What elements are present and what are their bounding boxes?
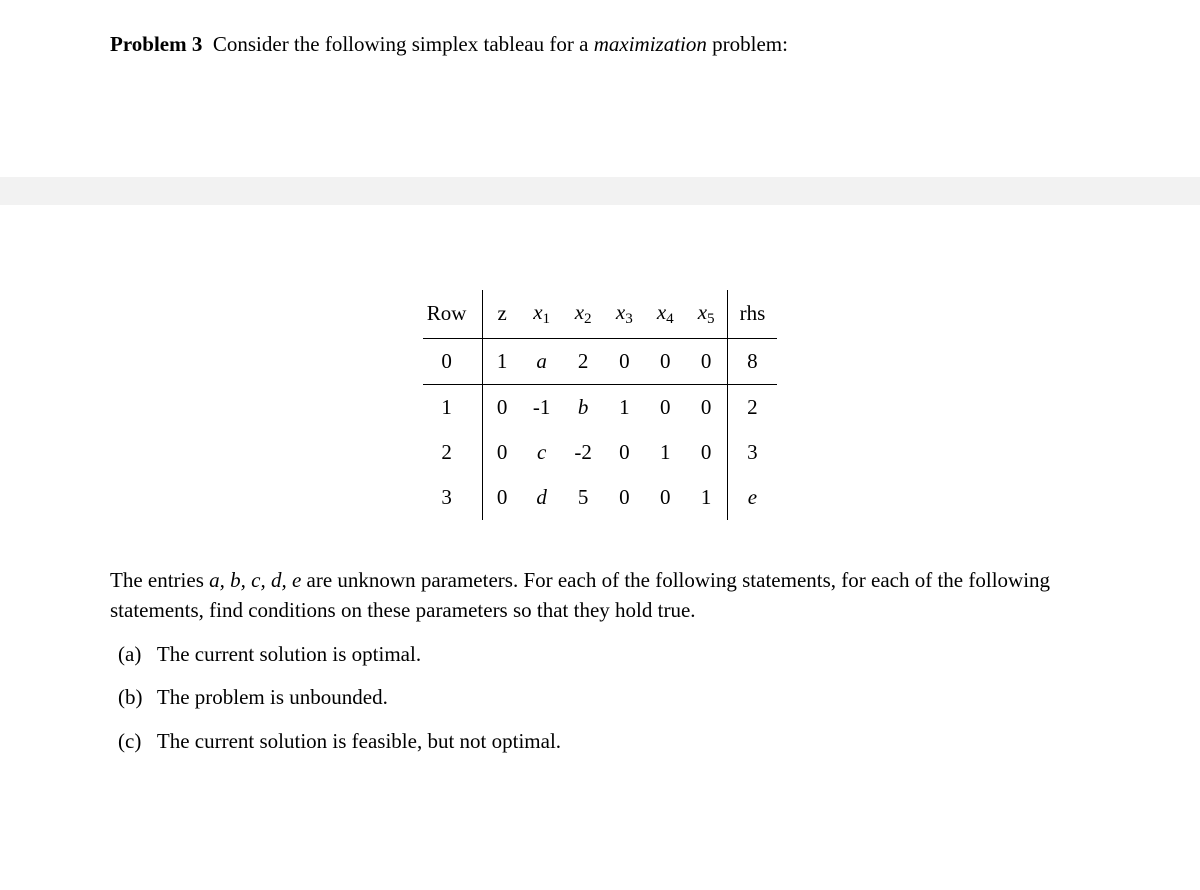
cell-row: 0 [423, 338, 483, 384]
cell-x2: -2 [562, 430, 604, 475]
separator-band [0, 177, 1200, 205]
followup-pre: The entries [110, 568, 209, 592]
part-text: The current solution is feasible, but no… [157, 729, 561, 753]
cell-x1: -1 [521, 384, 563, 430]
cell-x4: 0 [645, 475, 686, 520]
part-text: The current solution is optimal. [157, 642, 421, 666]
tableau-row-2: 2 0 c -2 0 1 0 3 [423, 430, 778, 475]
cell-x3: 0 [604, 338, 645, 384]
cell-x1: a [521, 338, 563, 384]
cell-x5: 0 [686, 384, 727, 430]
cell-x1: c [521, 430, 563, 475]
cell-x5: 0 [686, 430, 727, 475]
cell-x5: 1 [686, 475, 727, 520]
cell-z: 1 [483, 338, 521, 384]
col-x3: x3 [604, 290, 645, 338]
cell-x2: 5 [562, 475, 604, 520]
part-a: (a) The current solution is optimal. [118, 636, 1090, 674]
cell-row: 3 [423, 475, 483, 520]
heading-text-pre: Consider the following simplex tableau f… [213, 32, 594, 56]
tableau-header-row: Row z x1 x2 x3 x4 x5 rhs [423, 290, 778, 338]
heading-text-em: maximization [594, 32, 707, 56]
col-z: z [483, 290, 521, 338]
part-label: (b) [118, 679, 152, 717]
part-c: (c) The current solution is feasible, bu… [118, 723, 1090, 761]
cell-x2: b [562, 384, 604, 430]
col-row: Row [423, 290, 483, 338]
cell-x4: 0 [645, 384, 686, 430]
col-x2: x2 [562, 290, 604, 338]
simplex-tableau: Row z x1 x2 x3 x4 x5 rhs 0 1 a 2 0 0 [423, 290, 778, 520]
cell-x5: 0 [686, 338, 727, 384]
cell-x3: 0 [604, 475, 645, 520]
heading-text-post: problem: [707, 32, 788, 56]
col-x1: x1 [521, 290, 563, 338]
cell-row: 1 [423, 384, 483, 430]
followup-vars: a, b, c, d, e [209, 568, 301, 592]
part-label: (a) [118, 636, 152, 674]
part-text: The problem is unbounded. [157, 685, 388, 709]
cell-rhs: 8 [727, 338, 777, 384]
cell-x4: 0 [645, 338, 686, 384]
cell-z: 0 [483, 430, 521, 475]
cell-x3: 0 [604, 430, 645, 475]
cell-x1: d [521, 475, 563, 520]
page: Problem 3 Consider the following simplex… [0, 0, 1200, 807]
cell-row: 2 [423, 430, 483, 475]
col-rhs: rhs [727, 290, 777, 338]
col-x4: x4 [645, 290, 686, 338]
cell-x2: 2 [562, 338, 604, 384]
tableau-row-3: 3 0 d 5 0 0 1 e [423, 475, 778, 520]
tableau-row-1: 1 0 -1 b 1 0 0 2 [423, 384, 778, 430]
cell-x4: 1 [645, 430, 686, 475]
tableau-wrap: Row z x1 x2 x3 x4 x5 rhs 0 1 a 2 0 0 [110, 290, 1090, 520]
cell-z: 0 [483, 384, 521, 430]
problem-heading: Problem 3 Consider the following simplex… [110, 32, 1090, 57]
col-x5: x5 [686, 290, 727, 338]
tableau-row-0: 0 1 a 2 0 0 0 8 [423, 338, 778, 384]
part-b: (b) The problem is unbounded. [118, 679, 1090, 717]
cell-rhs: 2 [727, 384, 777, 430]
problem-label: Problem 3 [110, 32, 202, 56]
cell-z: 0 [483, 475, 521, 520]
parts-list: (a) The current solution is optimal. (b)… [110, 636, 1090, 761]
part-label: (c) [118, 723, 152, 761]
followup-text: The entries a, b, c, d, e are unknown pa… [110, 565, 1090, 626]
cell-rhs: 3 [727, 430, 777, 475]
cell-x3: 1 [604, 384, 645, 430]
cell-rhs: e [727, 475, 777, 520]
